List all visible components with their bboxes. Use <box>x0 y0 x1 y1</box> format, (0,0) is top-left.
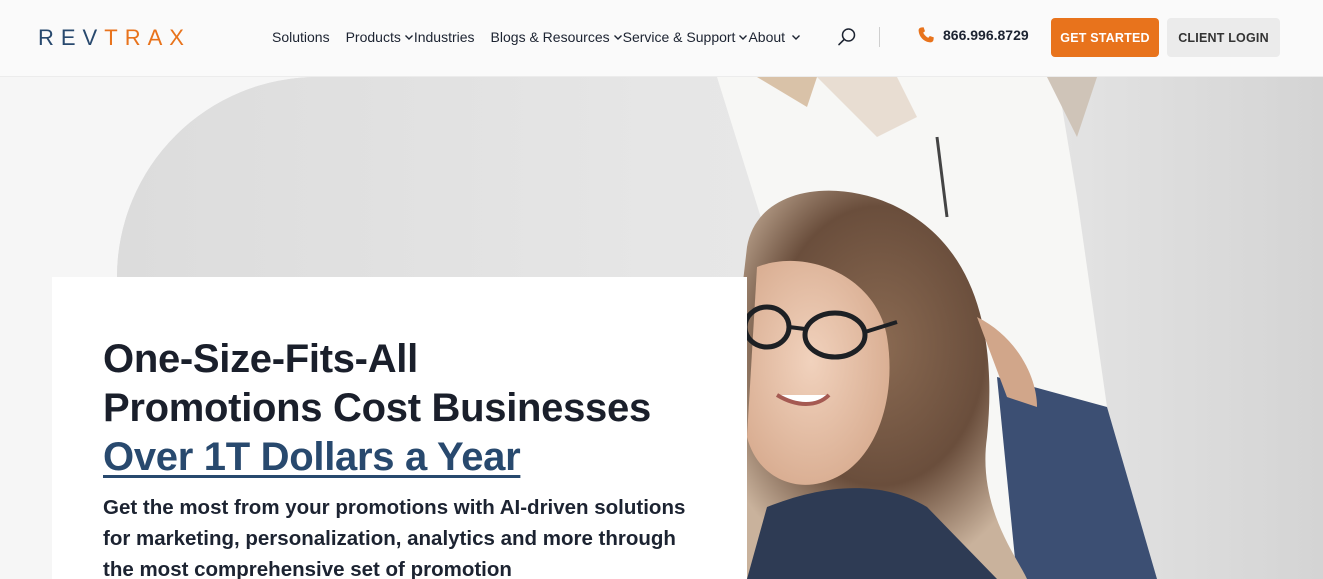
nav-item-industries[interactable]: Industries <box>414 29 475 45</box>
client-login-button[interactable]: CLIENT LOGIN <box>1167 18 1280 57</box>
site-header: REV TRAX Solutions Products Industries Bl… <box>0 0 1323 77</box>
hero-title-highlight-link[interactable]: Over 1T Dollars a Year <box>103 435 521 479</box>
nav-item-service-support[interactable]: Service & Support <box>623 29 749 45</box>
hero-subtitle: Get the most from your promotions with A… <box>103 496 686 579</box>
chevron-down-icon <box>404 32 414 42</box>
main-nav: Solutions Products Industries Blogs & Re… <box>272 27 801 47</box>
hero-title-line2: Promotions Cost Businesses <box>103 386 651 430</box>
chevron-down-icon <box>791 32 801 42</box>
phone-link[interactable]: 866.996.8729 <box>917 26 1029 44</box>
hero-card: One-Size-Fits-All Promotions Cost Busine… <box>52 277 747 579</box>
nav-item-solutions[interactable]: Solutions <box>272 29 330 45</box>
nav-divider <box>879 27 880 47</box>
nav-item-label: Industries <box>413 29 475 45</box>
hero-title-line1: One-Size-Fits-All <box>103 337 418 381</box>
hero-title: One-Size-Fits-All Promotions Cost Busine… <box>103 335 747 482</box>
logo-text-rev: REV <box>38 25 105 50</box>
nav-item-label: About <box>748 29 786 45</box>
phone-icon <box>917 26 935 44</box>
nav-item-label: Blogs & Resources <box>490 29 610 45</box>
nav-item-label: Solutions <box>272 29 330 45</box>
nav-item-blogs-resources[interactable]: Blogs & Resources <box>491 29 623 45</box>
revtrax-logo[interactable]: REV TRAX <box>38 24 191 52</box>
nav-item-products[interactable]: Products <box>346 29 414 45</box>
nav-item-about[interactable]: About <box>748 29 801 45</box>
search-icon[interactable] <box>837 27 857 47</box>
get-started-button[interactable]: GET STARTED <box>1051 18 1159 57</box>
chevron-down-icon <box>613 32 623 42</box>
chevron-down-icon <box>738 32 748 42</box>
phone-number: 866.996.8729 <box>943 27 1029 43</box>
nav-item-label: Service & Support <box>622 29 736 45</box>
logo-text-trax: TRAX <box>104 25 191 50</box>
nav-item-label: Products <box>345 29 401 45</box>
